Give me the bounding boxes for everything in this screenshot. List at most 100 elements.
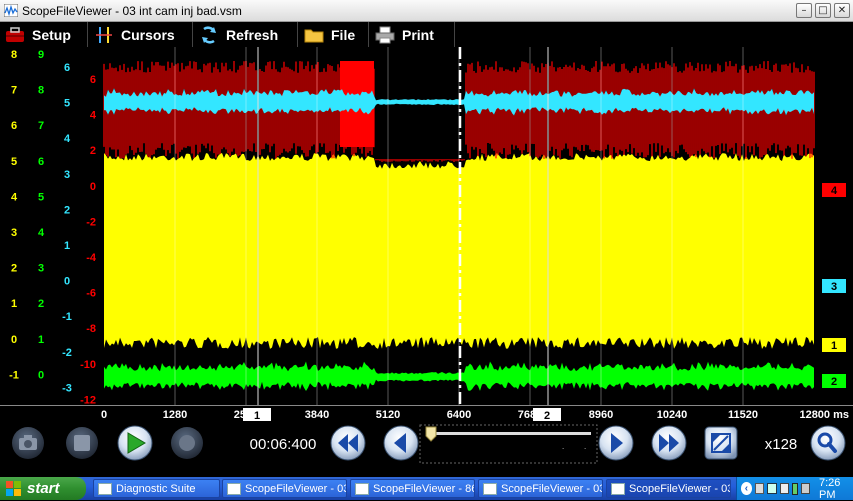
task-scopefileviewer-4[interactable]: ScopeFileViewer - 03... (606, 479, 731, 498)
scale-tick: -3 (62, 382, 72, 394)
playback-time: 00:06:400 (250, 436, 317, 453)
channel-marker-3[interactable]: 3 (822, 279, 846, 293)
scale-tick: 4 (11, 191, 18, 203)
task-diagnostic-suite[interactable]: Diagnostic Suite (93, 479, 220, 498)
scale-tick: -1 (9, 369, 19, 381)
time-tick: 0 (101, 409, 107, 421)
refresh-button[interactable]: Refresh (194, 22, 298, 47)
scale-tick: 0 (64, 276, 70, 288)
scope-app-icon (4, 4, 18, 17)
time-tick: 11520 (728, 409, 758, 421)
step-back-button[interactable] (383, 425, 419, 461)
start-label: start (27, 480, 60, 497)
waveform-plot[interactable]: 8 7 6 5 4 3 2 1 0 -1 9 8 7 6 5 4 3 2 1 0 6 5 4 3 2 1 0 -1 -2 -3 6 4 2… (0, 47, 853, 406)
skip-back-button[interactable] (330, 425, 366, 461)
scale-tick: 7 (38, 120, 44, 132)
network-icon[interactable] (767, 483, 777, 494)
zoom-button[interactable] (810, 425, 846, 461)
channel-marker-1[interactable]: 1 (822, 338, 846, 352)
task-scopefileviewer-2[interactable]: ScopeFileViewer - 86... (350, 479, 475, 498)
channel-1-scale: 8 7 6 5 4 3 2 1 0 -1 (9, 49, 19, 381)
scale-tick: 1 (38, 334, 44, 346)
time-tick: 12800 ms (799, 409, 849, 421)
time-tick: 6400 (447, 409, 471, 421)
scale-tick: 4 (64, 133, 71, 145)
scale-tick: -1 (62, 311, 72, 323)
close-button[interactable]: ✕ (834, 3, 850, 18)
setup-button[interactable]: Setup (0, 22, 88, 47)
scale-tick: 5 (38, 191, 44, 203)
window-icon (98, 482, 112, 495)
start-button[interactable]: start (0, 477, 86, 500)
maximize-button[interactable]: □ (815, 3, 831, 18)
print-button[interactable]: Print (370, 22, 455, 47)
window-icon (611, 482, 625, 495)
record-button[interactable] (171, 427, 203, 459)
scale-tick: -2 (86, 216, 96, 228)
setup-label: Setup (32, 26, 71, 43)
scale-tick: 2 (64, 204, 70, 216)
task-scopefileviewer-3[interactable]: ScopeFileViewer - 03... (478, 479, 603, 498)
time-tick: 8960 (589, 409, 613, 421)
zoom-level: x128 (765, 436, 798, 453)
scale-tick: 2 (90, 145, 96, 157)
scale-tick: 4 (90, 110, 97, 122)
window-title: ScopeFileViewer - 03 int cam inj bad.vsm (22, 4, 242, 18)
printer-icon (374, 25, 396, 45)
scale-tick: -8 (86, 323, 96, 335)
step-forward-button[interactable] (598, 425, 634, 461)
skip-forward-button[interactable] (651, 425, 687, 461)
stop-button[interactable] (66, 427, 98, 459)
window-icon (355, 482, 369, 495)
task-scopefileviewer-1[interactable]: ScopeFileViewer - 03... (222, 479, 347, 498)
scale-tick: 1 (64, 240, 70, 252)
cursors-button[interactable]: Cursors (89, 22, 193, 47)
timeline-scrubber[interactable]: . . (419, 424, 598, 464)
time-axis: 0128025603840512064007680896010240115201… (0, 405, 853, 423)
time-tick: 5120 (376, 409, 400, 421)
tray-app-icon[interactable] (754, 483, 765, 494)
snapshot-button[interactable] (12, 427, 44, 459)
scale-tick: -2 (62, 347, 72, 359)
scale-tick: -12 (80, 394, 96, 405)
svg-text:2: 2 (831, 376, 837, 388)
fit-to-screen-button[interactable] (704, 426, 738, 460)
scale-tick: 0 (38, 369, 44, 381)
scale-tick: 5 (11, 156, 17, 168)
scale-tick: 6 (11, 120, 17, 132)
channel-3-scale: 6 5 4 3 2 1 0 -1 -2 -3 (62, 62, 72, 394)
scale-tick: 6 (90, 74, 96, 86)
channel-marker-2[interactable]: 2 (822, 374, 846, 388)
svg-text:.: . (584, 442, 586, 451)
scale-tick: 7 (11, 85, 17, 97)
printer-tray-icon[interactable] (779, 483, 790, 494)
file-button[interactable]: File (299, 22, 369, 47)
svg-text:.: . (562, 442, 564, 451)
scale-tick: -10 (80, 359, 96, 371)
time-tick: 10240 (657, 409, 688, 421)
scale-tick: 9 (38, 49, 44, 61)
time-tick: 1280 (163, 409, 187, 421)
scale-tick: 3 (64, 169, 70, 181)
time-tick: 3840 (305, 409, 329, 421)
minimize-button[interactable]: – (796, 3, 812, 18)
scale-tick: 6 (64, 62, 70, 74)
scale-tick: 4 (38, 227, 45, 239)
scale-tick: 0 (11, 334, 17, 346)
svg-text:1: 1 (831, 340, 837, 352)
channel-marker-4[interactable]: 4 (822, 183, 846, 197)
volume-icon[interactable] (801, 483, 810, 494)
toolbar: Setup Cursors Refresh File Print (0, 22, 853, 47)
waveform-canvas: 8 7 6 5 4 3 2 1 0 -1 9 8 7 6 5 4 3 2 1 0 6 5 4 3 2 1 0 -1 -2 -3 6 4 2… (9, 47, 853, 406)
scale-tick: 0 (90, 181, 96, 193)
scale-tick: -6 (86, 288, 96, 300)
toolbox-icon (4, 25, 26, 45)
window-icon (227, 482, 241, 495)
cursor-2-label[interactable]: 2 (533, 408, 561, 422)
clock: 7:26 PM (819, 476, 841, 501)
scale-tick: 1 (11, 298, 17, 310)
play-button[interactable] (117, 425, 153, 461)
tray-expand-icon[interactable]: ‹ (741, 482, 752, 495)
battery-icon[interactable] (792, 482, 799, 495)
cursor-1-label[interactable]: 1 (243, 408, 271, 422)
